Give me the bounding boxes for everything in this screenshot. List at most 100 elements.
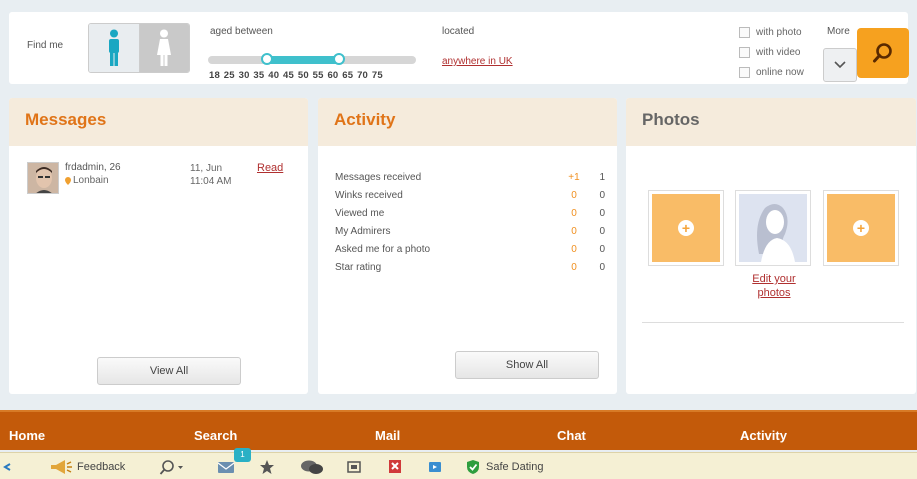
nav-chat[interactable]: Chat (557, 428, 586, 443)
gender-female-option[interactable] (139, 24, 189, 72)
with-photo-label: with photo (756, 26, 802, 38)
activity-label: Viewed me (335, 207, 385, 219)
avatar[interactable] (27, 162, 59, 194)
search-icon (159, 460, 183, 475)
read-link[interactable]: Read (257, 162, 283, 174)
chat-icon[interactable] (300, 457, 324, 477)
location-link[interactable]: anywhere in UK (442, 56, 513, 67)
photos-title: Photos (626, 98, 916, 146)
mail-icon (217, 462, 235, 473)
age-ticks: 18 25 30 35 40 45 50 55 60 65 70 75 (209, 70, 383, 81)
activity-row[interactable]: Messages received +1 1 (335, 168, 605, 186)
activity-label: Messages received (335, 171, 422, 183)
message-time: 11:04 AM (190, 176, 232, 187)
with-photo-checkbox[interactable] (739, 26, 750, 38)
photos-panel: Photos + + Edit your photos (626, 98, 916, 394)
add-photo-button[interactable]: + (652, 194, 720, 262)
star-icon[interactable] (259, 457, 275, 477)
message-location: Lonbain (65, 175, 109, 186)
photo-placeholder (739, 194, 807, 262)
with-video-label: with video (756, 46, 801, 58)
activity-total-count: 0 (599, 261, 605, 273)
age-range-slider[interactable] (208, 53, 416, 65)
plus-icon: + (678, 220, 694, 236)
activity-label: Asked me for a photo (335, 243, 431, 255)
nav-mail[interactable]: Mail (375, 428, 400, 443)
with-video-checkbox[interactable] (739, 46, 750, 58)
activity-label: Winks received (335, 189, 403, 201)
more-button[interactable] (823, 48, 857, 82)
avatar-photo (28, 163, 58, 193)
filter-online-now[interactable]: online now (739, 62, 804, 82)
search-dropdown-button[interactable] (159, 457, 183, 477)
mail-badge: 1 (234, 448, 251, 462)
video-icon[interactable] (428, 457, 442, 477)
flag-icon[interactable] (388, 457, 402, 477)
activity-new-count: 0 (571, 225, 577, 237)
gender-male-option[interactable] (89, 24, 140, 72)
male-icon (108, 29, 119, 66)
divider (642, 322, 904, 323)
activity-total-count: 0 (599, 207, 605, 219)
location-pin-icon (65, 176, 71, 185)
messages-title: Messages (9, 98, 308, 146)
activity-row[interactable]: Winks received 0 0 (335, 186, 605, 204)
add-photo-button[interactable]: + (827, 194, 895, 262)
message-date: 11, Jun (190, 163, 223, 174)
main-nav: Home Search Mail Chat Activity (0, 410, 917, 450)
view-all-button[interactable]: View All (97, 357, 241, 385)
safe-dating-button[interactable]: Safe Dating (466, 457, 543, 477)
message-location-text: Lonbain (73, 175, 109, 186)
feedback-button[interactable]: Feedback (49, 457, 125, 477)
megaphone-icon (51, 460, 72, 474)
toolbar: Feedback 1 Safe Dating (0, 448, 917, 479)
messages-panel: Messages frdadmin, 26 Lonbain 11, Jun 11… (9, 98, 308, 394)
activity-total-count: 1 (599, 171, 605, 183)
find-me-label: Find me (27, 40, 64, 51)
plus-icon: + (853, 220, 869, 236)
age-range-fill (267, 56, 339, 64)
activity-new-count: 0 (571, 243, 577, 255)
activity-panel: Activity Messages received +1 1 Winks re… (318, 98, 617, 394)
filter-options: with photo with video online now (739, 22, 804, 82)
activity-row[interactable]: Star rating 0 0 (335, 258, 605, 276)
show-all-button[interactable]: Show All (455, 351, 599, 379)
aged-between-label: aged between (210, 26, 273, 37)
activity-new-count: 0 (571, 207, 577, 219)
search-icon (873, 43, 892, 63)
activity-total-count: 0 (599, 189, 605, 201)
profile-card-icon[interactable] (347, 457, 361, 477)
mail-button[interactable] (217, 457, 235, 477)
chevron-down-icon (834, 61, 846, 69)
arrow-icon[interactable] (2, 457, 12, 477)
nav-search[interactable]: Search (194, 428, 237, 443)
activity-new-count: 0 (571, 189, 577, 201)
shield-icon (467, 460, 479, 474)
nav-activity[interactable]: Activity (740, 428, 787, 443)
add-photo-slot[interactable]: + (823, 190, 899, 266)
activity-total-count: 0 (599, 243, 605, 255)
message-item[interactable]: frdadmin, 26 Lonbain 11, Jun 11:04 AM Re… (27, 162, 297, 196)
located-label: located (442, 26, 475, 37)
filter-with-video[interactable]: with video (739, 42, 804, 62)
activity-new-count: 0 (571, 261, 577, 273)
gender-toggle[interactable] (88, 23, 190, 73)
more-label: More (827, 26, 850, 37)
edit-photos-link[interactable]: Edit your photos (738, 272, 810, 300)
online-now-checkbox[interactable] (739, 66, 750, 78)
activity-row[interactable]: My Admirers 0 0 (335, 222, 605, 240)
filter-with-photo[interactable]: with photo (739, 22, 804, 42)
activity-table: Messages received +1 1 Winks received 0 … (335, 168, 605, 276)
message-timestamp: 11, Jun 11:04 AM (190, 162, 232, 188)
female-silhouette-icon (739, 194, 807, 262)
safe-dating-label: Safe Dating (486, 461, 544, 473)
age-max-handle[interactable] (332, 53, 345, 65)
profile-photo-slot[interactable] (735, 190, 811, 266)
activity-row[interactable]: Asked me for a photo 0 0 (335, 240, 605, 258)
add-photo-slot[interactable]: + (648, 190, 724, 266)
feedback-label: Feedback (77, 461, 126, 473)
nav-home[interactable]: Home (9, 428, 45, 443)
search-button[interactable] (857, 28, 909, 78)
activity-row[interactable]: Viewed me 0 0 (335, 204, 605, 222)
activity-title: Activity (318, 98, 617, 146)
